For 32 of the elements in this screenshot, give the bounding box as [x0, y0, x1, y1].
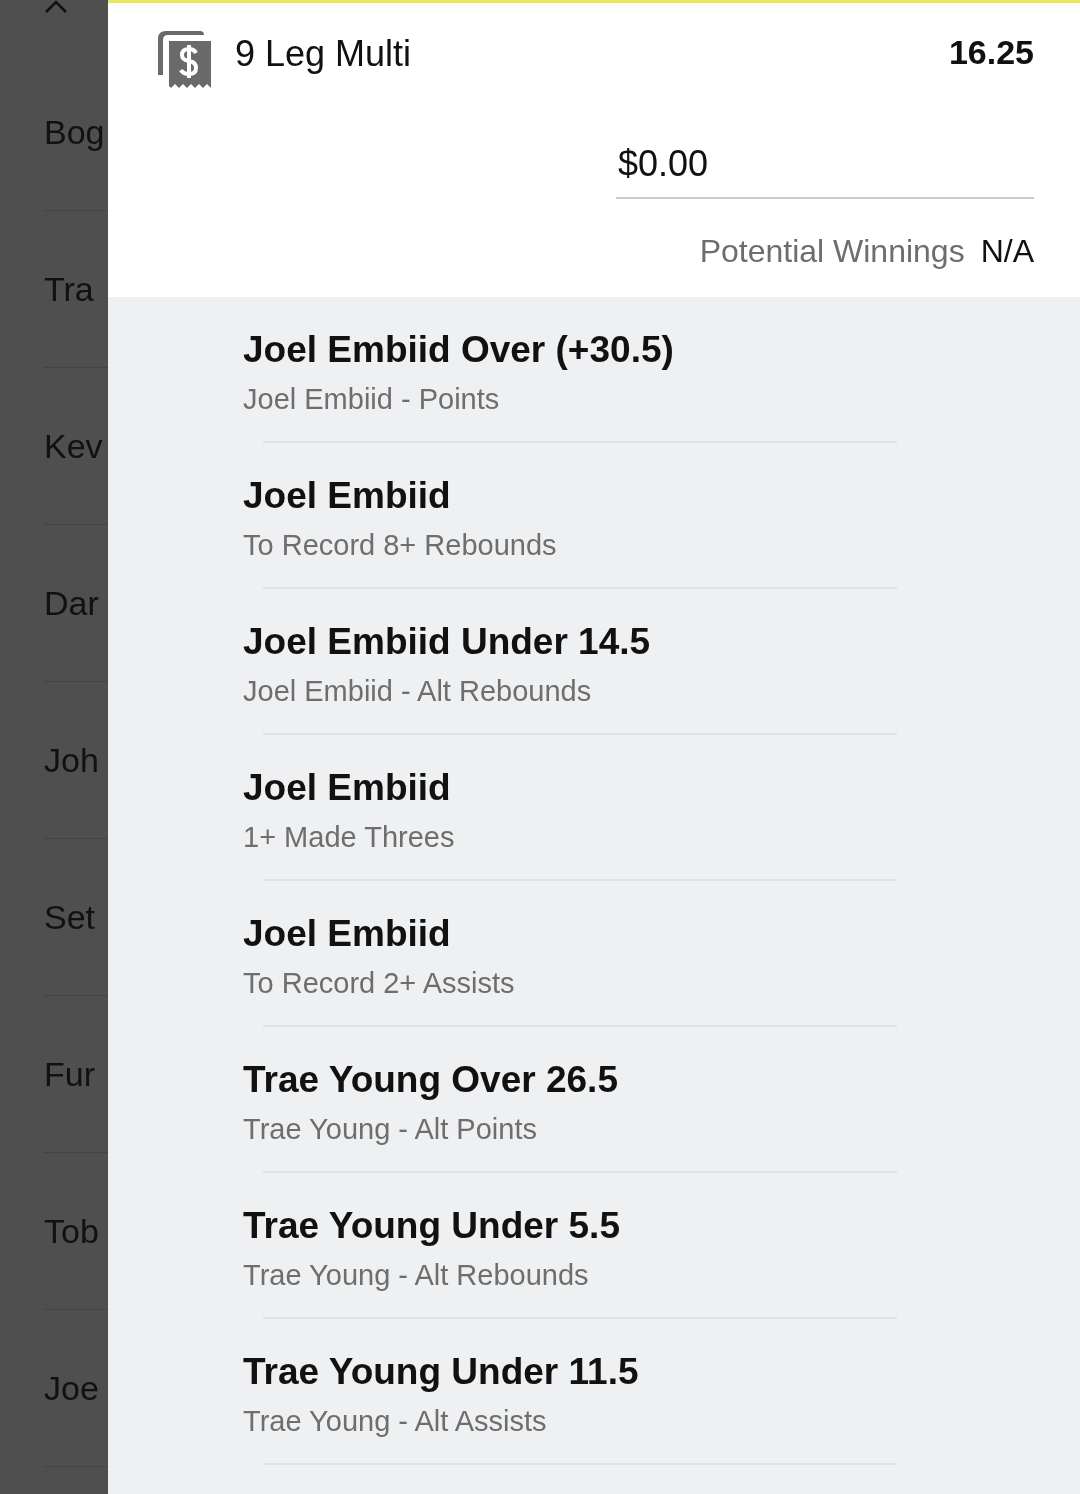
- leg-selection: Joel Embiid Under 14.5: [243, 621, 652, 664]
- potential-winnings-value: N/A: [980, 232, 1034, 271]
- list-item-label[interactable]: Kev: [44, 420, 103, 472]
- leg-selection: Joel Embiid: [243, 913, 452, 956]
- odds-value: 16.25: [948, 32, 1034, 73]
- list-item-label[interactable]: Joh: [44, 734, 99, 786]
- leg-selection: Joel Embiid Over (+30.5): [243, 329, 675, 372]
- bet-title: 9 Leg Multi: [235, 32, 413, 76]
- leg-selection: Trae Young Under 5.5: [243, 1205, 621, 1248]
- leg-market: 1+ Made Threes: [243, 819, 456, 855]
- leg-market: Trae Young - Alt Assists: [243, 1403, 548, 1439]
- list-item-label[interactable]: Set: [44, 891, 96, 943]
- leg-market: Trae Young - Alt Rebounds: [243, 1257, 590, 1293]
- leg-market: To Record 2+ Assists: [243, 965, 516, 1001]
- list-item-label[interactable]: Fur: [44, 1048, 95, 1100]
- list-item-label[interactable]: Joe: [44, 1362, 99, 1414]
- receipt-dollar-icon: [158, 31, 211, 89]
- leg-selection: Trae Young Under 11.5: [243, 1351, 640, 1394]
- chevron-up-icon[interactable]: [44, 0, 68, 14]
- stake-input-field[interactable]: $0.00: [616, 135, 1034, 199]
- leg-selection: Joel Embiid: [243, 475, 452, 518]
- list-item-label[interactable]: Tra: [44, 263, 94, 315]
- leg-market: To Record 8+ Rebounds: [243, 527, 558, 563]
- list-item-label[interactable]: Dar: [44, 577, 99, 629]
- leg-selection: Joel Embiid: [243, 767, 452, 810]
- list-item-label[interactable]: Bog: [44, 106, 105, 158]
- potential-winnings-label: Potential Winnings: [699, 232, 965, 271]
- leg-selection: Trae Young Over 26.5: [243, 1059, 619, 1102]
- leg-market: Trae Young - Alt Points: [243, 1111, 538, 1147]
- leg-market: Joel Embiid - Points: [243, 381, 501, 417]
- list-item-label[interactable]: Tob: [44, 1205, 99, 1257]
- leg-market: Joel Embiid - Alt Rebounds: [243, 673, 593, 709]
